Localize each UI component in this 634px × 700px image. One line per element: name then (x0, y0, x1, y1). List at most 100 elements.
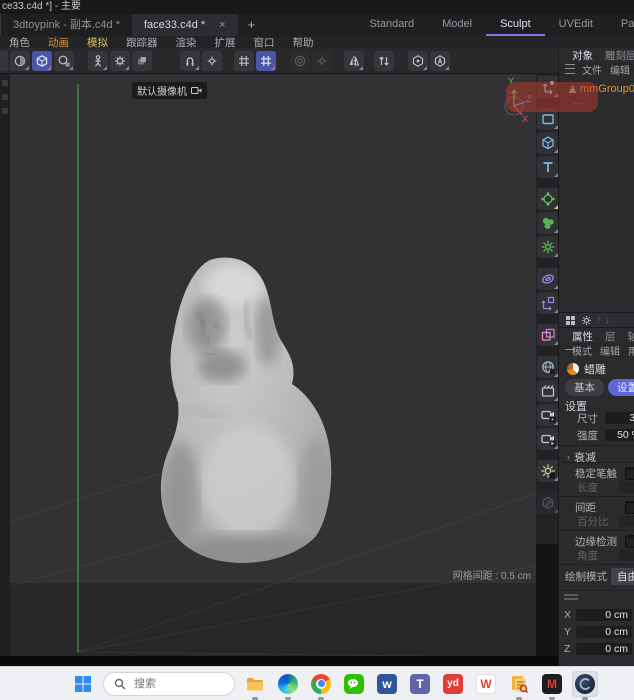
camera-play-icon[interactable] (537, 428, 559, 450)
material-icon[interactable] (537, 492, 559, 514)
mirror-icon[interactable] (344, 50, 364, 71)
cinema4d-icon[interactable] (572, 670, 598, 697)
tab-attributes[interactable]: 属性 (567, 329, 598, 344)
length-input[interactable] (619, 481, 634, 493)
layers-icon[interactable] (132, 50, 152, 71)
windows-logo-icon (75, 675, 91, 692)
mode-buttons: 基本 设置 (559, 379, 634, 396)
mini-tool-icon[interactable] (2, 108, 8, 114)
down-arrow-icon[interactable]: ↓ (605, 314, 611, 326)
tab-objects[interactable]: 对象 (567, 48, 598, 63)
draw-mode-dropdown[interactable]: 自由 (611, 567, 634, 585)
mini-tool-icon[interactable] (2, 94, 8, 100)
grid-snap-icon[interactable] (256, 50, 276, 71)
effector-icon[interactable] (537, 236, 559, 258)
tab-layer[interactable]: 层 (600, 329, 621, 344)
coord-y-row: Y 0 cm (559, 625, 634, 639)
wechat-icon[interactable] (341, 671, 367, 697)
metaball-icon[interactable] (537, 212, 559, 234)
workspace-tab-sculpt[interactable]: Sculpt (486, 14, 545, 36)
field-icon[interactable] (537, 324, 559, 346)
up-arrow-icon[interactable]: ↑ (596, 314, 602, 326)
menu-user[interactable]: 用 (625, 343, 634, 358)
hex-a-icon[interactable] (430, 50, 450, 71)
hamburger-icon[interactable] (565, 64, 575, 74)
m-app-icon[interactable]: M (539, 671, 565, 697)
strength-input[interactable]: 50 % (605, 429, 634, 441)
add-tab-button[interactable]: + (238, 14, 266, 36)
gear-icon[interactable] (110, 50, 130, 71)
menu-file[interactable]: 文件 (579, 62, 605, 77)
partial-tool-icon[interactable] (0, 50, 8, 71)
tab-sculpt-layers[interactable]: 雕刻层 (600, 48, 634, 63)
search-input[interactable] (132, 676, 216, 691)
rings-icon[interactable] (290, 50, 310, 71)
youdao-icon[interactable]: yd (440, 671, 466, 697)
menu-edit[interactable]: 编辑 (597, 343, 623, 358)
camera-label[interactable]: 默认摄像机 (132, 82, 207, 99)
brush-cube-icon[interactable] (32, 50, 52, 71)
workspace-tab-uvedit[interactable]: UVEdit (545, 14, 607, 36)
file-explorer-icon[interactable] (242, 671, 268, 697)
grid-icon[interactable] (564, 314, 577, 327)
coord-x-row: X 0 cm (559, 608, 634, 622)
mini-tool-icon[interactable] (2, 80, 8, 86)
grid-icon[interactable] (234, 50, 254, 71)
panel-splitter[interactable] (559, 594, 634, 600)
brush-pull-icon[interactable] (10, 50, 30, 71)
coord-x-input[interactable]: 0 cm (576, 609, 632, 621)
film-camera-icon[interactable] (537, 380, 559, 402)
workspace-tab-standard[interactable]: Standard (355, 14, 428, 36)
hex-dot-icon[interactable] (408, 50, 428, 71)
pose-icon[interactable] (88, 50, 108, 71)
object-icon (568, 85, 577, 93)
doc-viewer-icon[interactable] (506, 671, 532, 697)
object-item-mmgroup0[interactable]: mmGroup0 (559, 82, 634, 96)
settings-mode-button[interactable]: 设置 (608, 379, 634, 396)
brush-grab-icon[interactable] (54, 50, 74, 71)
axis-cube-icon[interactable] (537, 292, 559, 314)
doc-tab-face33[interactable]: face33.c4d * × (132, 14, 238, 36)
gear-icon[interactable] (202, 50, 222, 71)
coord-z-input[interactable]: 0 cm (576, 643, 632, 655)
start-button[interactable] (70, 671, 96, 697)
chrome-browser-icon[interactable] (308, 671, 334, 697)
size-input[interactable]: 38 (605, 412, 634, 424)
percent-input[interactable] (619, 515, 634, 527)
steady-stroke-checkbox[interactable] (625, 466, 634, 480)
gear-icon[interactable] (580, 314, 593, 327)
text-object-icon[interactable] (537, 156, 559, 178)
doc-tab-3dtoypink[interactable]: 3dtoypink - 副本.c4d * (0, 14, 132, 36)
right-panel: 对象 雕刻层 文件 编辑 mmGroup0 … ↑ ↓ 属性 层 轴 模式 编辑… (558, 48, 634, 666)
spacing-checkbox[interactable] (625, 500, 634, 514)
light-icon[interactable] (537, 460, 559, 482)
gear-icon[interactable] (312, 50, 332, 71)
teams-icon[interactable]: T (407, 671, 433, 697)
basic-mode-button[interactable]: 基本 (565, 379, 604, 396)
magnet-icon[interactable] (180, 50, 200, 71)
taskbar-search[interactable] (103, 671, 235, 696)
percent-field-row: 百分比 (559, 514, 634, 528)
word-icon[interactable]: w (374, 671, 400, 697)
close-tab-icon[interactable]: × (219, 14, 225, 36)
object-manager-tabs: 对象 雕刻层 (559, 48, 634, 62)
camera-badge-icon[interactable] (537, 404, 559, 426)
deformer-torus-icon[interactable] (537, 268, 559, 290)
3d-viewport[interactable]: Y X Z 默认摄像机 网格间距 : 0.5 cm (10, 74, 536, 656)
menu-mode[interactable]: 模式 (569, 343, 595, 358)
menu-edit[interactable]: 编辑 (607, 62, 633, 77)
angle-input[interactable] (619, 549, 634, 561)
edge-browser-icon[interactable] (275, 671, 301, 697)
edge-detect-checkbox[interactable] (625, 534, 634, 548)
rectangle-spline-icon[interactable] (537, 108, 559, 130)
coord-y-input[interactable]: 0 cm (576, 626, 632, 638)
mograph-icon[interactable] (537, 188, 559, 210)
stamp-updown-icon[interactable] (374, 50, 394, 71)
workspace-tab-model[interactable]: Model (428, 14, 486, 36)
environment-icon[interactable] (537, 356, 559, 378)
cube-primitive-icon[interactable] (537, 132, 559, 154)
wps-icon[interactable]: W (473, 671, 499, 697)
tab-axis[interactable]: 轴 (623, 329, 634, 344)
move-axis-icon[interactable] (537, 76, 559, 98)
workspace-tab-paint[interactable]: Paint (607, 14, 634, 36)
